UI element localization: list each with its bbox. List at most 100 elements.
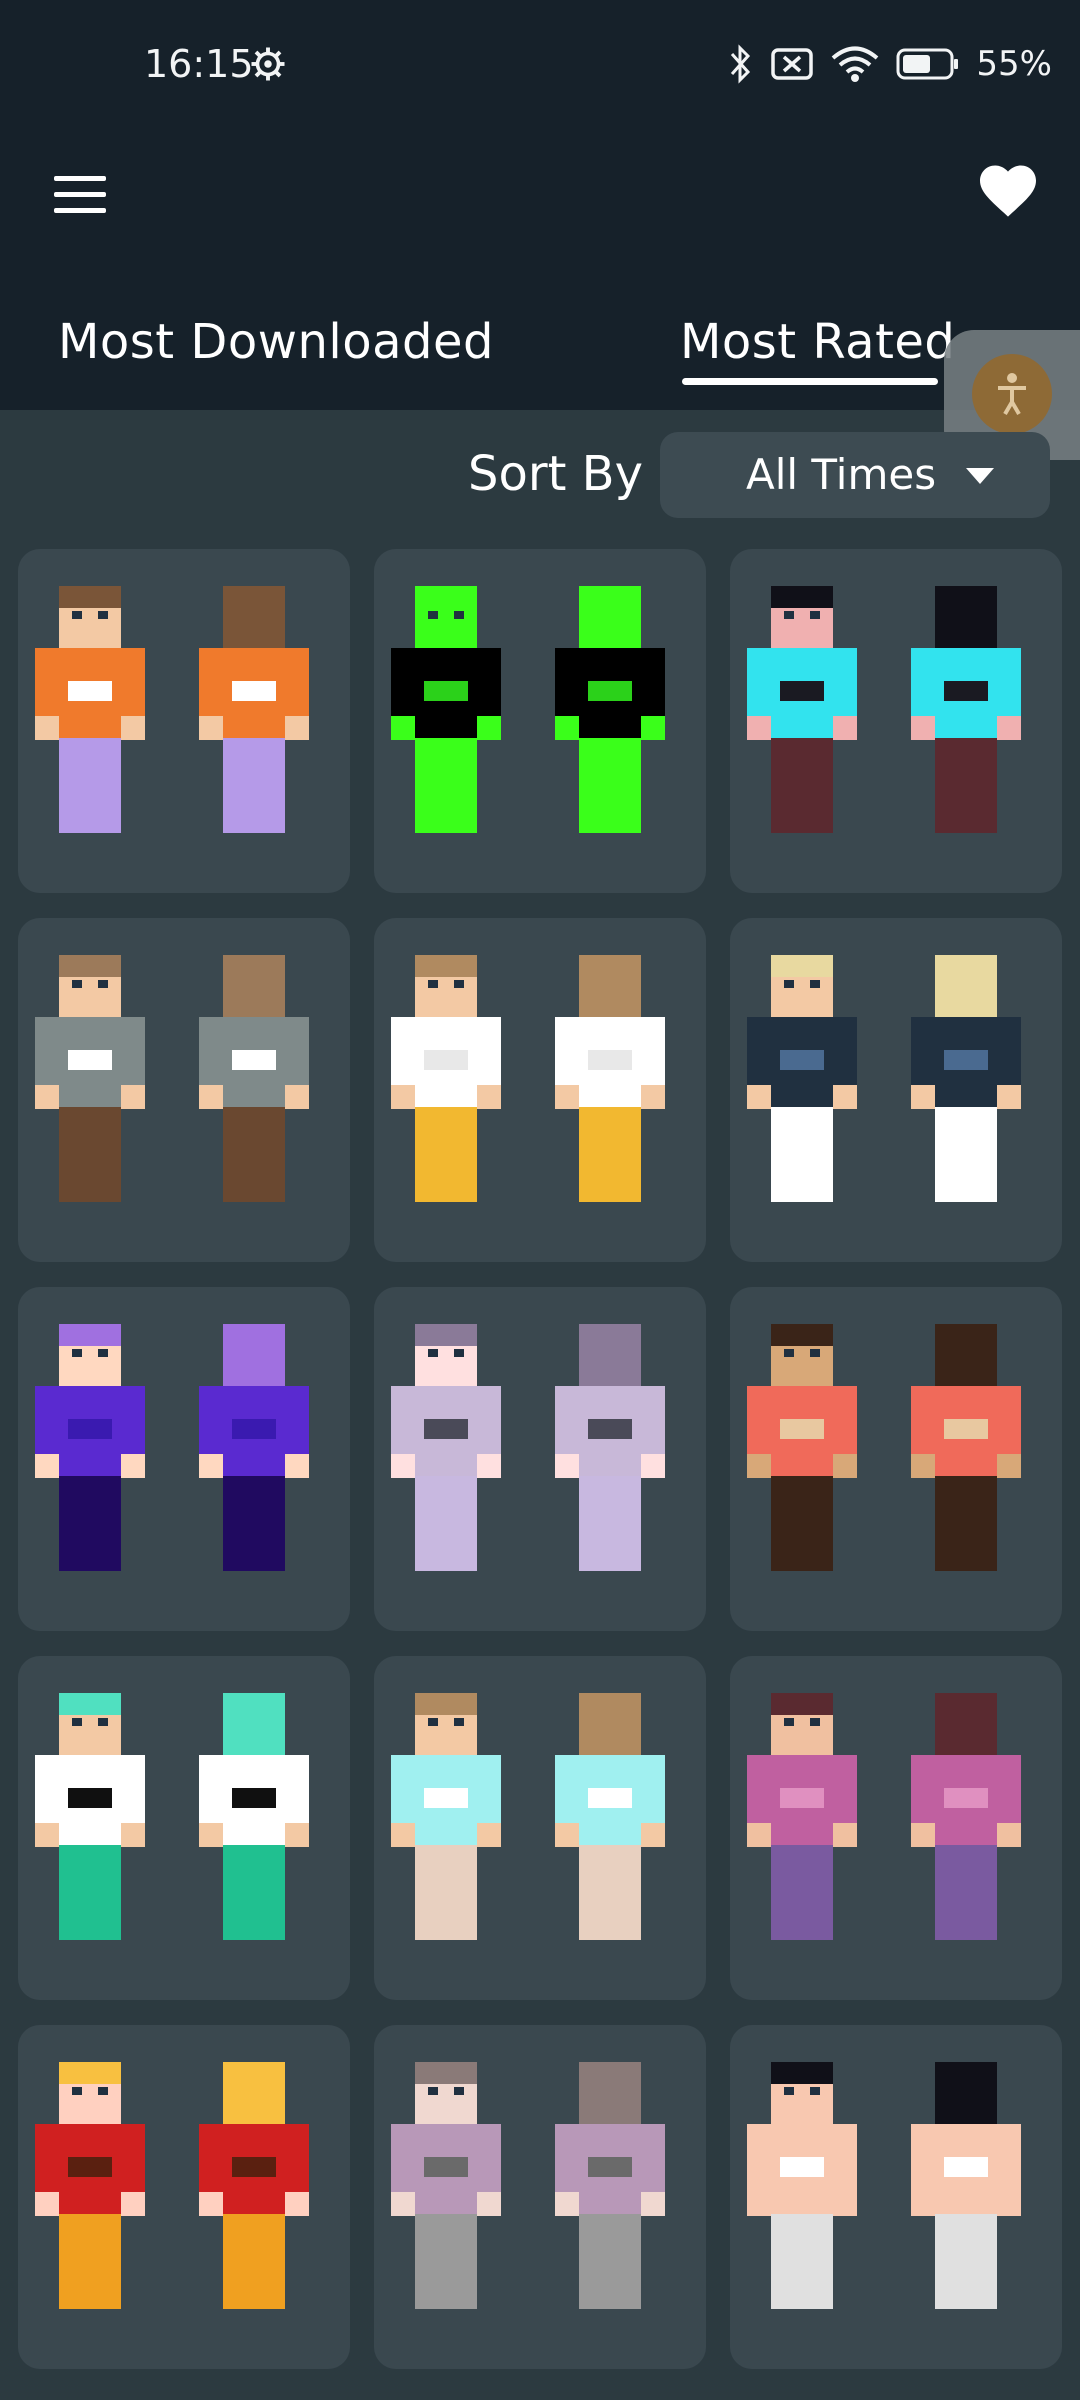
skin-back-left-hand xyxy=(911,1823,935,1847)
skin-preview xyxy=(35,586,309,833)
skin-back-left-hand xyxy=(555,1085,579,1109)
skin-preview xyxy=(391,955,665,1202)
skin-front-left-hand xyxy=(747,1454,771,1478)
skin-front-right-leg xyxy=(90,738,121,833)
skin-front-left-hand xyxy=(747,2192,771,2216)
skin-card[interactable] xyxy=(374,1287,706,1631)
skin-front-accent xyxy=(68,681,112,701)
skin-card[interactable] xyxy=(18,2025,350,2369)
skin-front-accent xyxy=(780,1419,824,1439)
skin-back-left-hand xyxy=(911,2192,935,2216)
skin-front-left-eye xyxy=(428,1718,438,1726)
skin-card[interactable] xyxy=(18,549,350,893)
skin-front-left-hand xyxy=(35,716,59,740)
skin-front-left-hand xyxy=(35,1823,59,1847)
skin-preview xyxy=(35,1693,309,1940)
skin-front-left-eye xyxy=(428,980,438,988)
skin-back-accent xyxy=(588,1050,632,1070)
skin-back-hair xyxy=(935,1693,997,1755)
skin-front-view xyxy=(35,2062,145,2309)
skin-front-accent xyxy=(424,2157,468,2177)
skin-card[interactable] xyxy=(730,1656,1062,2000)
skin-card[interactable] xyxy=(730,918,1062,1262)
skin-card[interactable] xyxy=(374,2025,706,2369)
skin-preview xyxy=(35,2062,309,2309)
skin-front-right-leg xyxy=(802,1845,833,1940)
skin-front-left-eye xyxy=(428,1349,438,1357)
skin-front-left-hand xyxy=(35,1454,59,1478)
skin-front-right-leg xyxy=(802,2214,833,2309)
skin-card[interactable] xyxy=(730,549,1062,893)
skin-card[interactable] xyxy=(18,918,350,1262)
skin-card[interactable] xyxy=(730,1287,1062,1631)
skin-back-view xyxy=(555,586,665,833)
skin-front-hair xyxy=(415,955,477,977)
skin-back-left-hand xyxy=(911,716,935,740)
skin-front-accent xyxy=(780,681,824,701)
skin-front-left-leg xyxy=(771,738,802,833)
skin-front-right-hand xyxy=(121,1454,145,1478)
skin-front-accent xyxy=(424,1050,468,1070)
skin-back-left-hand xyxy=(911,1085,935,1109)
skin-back-right-hand xyxy=(641,1823,665,1847)
skin-front-right-hand xyxy=(121,1085,145,1109)
skin-card[interactable] xyxy=(374,549,706,893)
skin-back-hair xyxy=(223,2062,285,2124)
skin-back-accent xyxy=(944,1419,988,1439)
skin-back-right-hand xyxy=(285,1823,309,1847)
skin-front-right-hand xyxy=(477,1085,501,1109)
skin-back-right-hand xyxy=(997,1085,1021,1109)
sort-dropdown[interactable]: All Times xyxy=(660,432,1050,518)
skin-front-view xyxy=(747,586,857,833)
tab-most-downloaded[interactable]: Most Downloaded xyxy=(58,314,494,370)
skin-back-left-leg xyxy=(223,2214,254,2309)
skin-front-left-leg xyxy=(59,1107,90,1202)
skin-back-left-leg xyxy=(223,738,254,833)
skin-front-right-leg xyxy=(446,1107,477,1202)
skin-card[interactable] xyxy=(374,1656,706,2000)
skin-back-right-leg xyxy=(966,1476,997,1571)
skin-card[interactable] xyxy=(374,918,706,1262)
tab-selected-indicator xyxy=(682,378,938,385)
skin-front-right-eye xyxy=(98,611,108,619)
skin-front-view xyxy=(391,2062,501,2309)
skin-back-right-hand xyxy=(285,1085,309,1109)
skin-front-right-eye xyxy=(454,2087,464,2095)
skin-back-left-leg xyxy=(223,1476,254,1571)
skin-back-hair xyxy=(579,586,641,648)
skin-front-left-eye xyxy=(784,1718,794,1726)
skin-front-hair xyxy=(771,955,833,977)
gear-icon xyxy=(251,47,285,81)
skin-card[interactable] xyxy=(18,1656,350,2000)
skin-back-left-hand xyxy=(555,2192,579,2216)
menu-icon[interactable] xyxy=(54,176,106,216)
skin-front-hair xyxy=(59,1324,121,1346)
skin-preview xyxy=(747,1693,1021,1940)
skin-front-right-hand xyxy=(477,1454,501,1478)
skin-back-view xyxy=(199,1324,309,1571)
skin-back-view xyxy=(199,2062,309,2309)
skin-front-right-hand xyxy=(121,716,145,740)
tab-most-rated[interactable]: Most Rated xyxy=(680,314,955,370)
skin-back-right-leg xyxy=(966,2214,997,2309)
skin-card[interactable] xyxy=(18,1287,350,1631)
skin-back-left-leg xyxy=(935,738,966,833)
skin-front-right-leg xyxy=(90,1476,121,1571)
skin-front-left-eye xyxy=(72,980,82,988)
heart-icon[interactable] xyxy=(976,160,1040,220)
skin-front-left-eye xyxy=(784,980,794,988)
skin-card[interactable] xyxy=(730,2025,1062,2369)
skin-back-left-hand xyxy=(199,2192,223,2216)
skin-back-right-leg xyxy=(610,1107,641,1202)
skin-front-right-leg xyxy=(90,2214,121,2309)
skin-front-accent xyxy=(424,1419,468,1439)
skin-front-accent xyxy=(68,1050,112,1070)
skin-back-left-hand xyxy=(555,1823,579,1847)
skin-back-left-hand xyxy=(199,1454,223,1478)
skin-front-hair xyxy=(415,1693,477,1715)
skin-back-view xyxy=(911,2062,1021,2309)
skin-front-view xyxy=(35,1693,145,1940)
skin-front-left-eye xyxy=(428,611,438,619)
skin-back-left-leg xyxy=(579,1107,610,1202)
skin-front-hair xyxy=(771,586,833,608)
